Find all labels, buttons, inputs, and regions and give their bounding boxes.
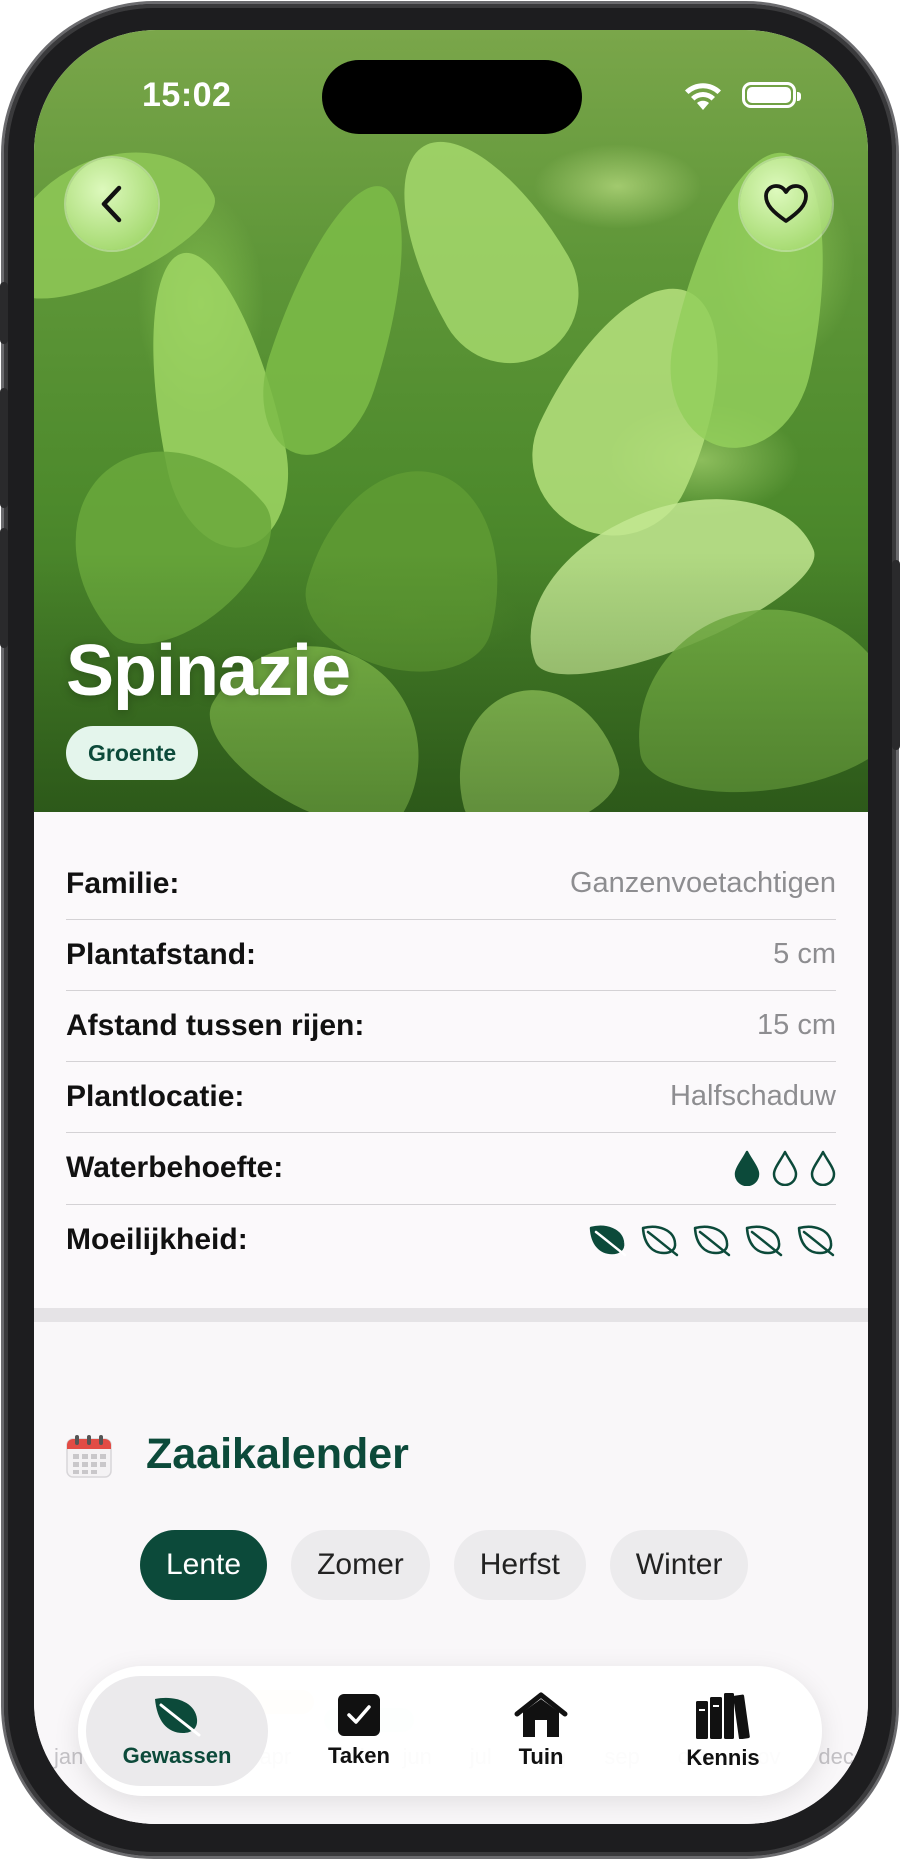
detail-row-difficulty: Moeilijkheid: [66, 1204, 836, 1276]
detail-value: Ganzenvoetachtigen [569, 867, 836, 899]
tab-label: Kennis [686, 1745, 760, 1770]
month-label: dec [818, 1744, 854, 1769]
leaf-icon [797, 1225, 835, 1257]
water-drop-icon [810, 1150, 836, 1186]
dynamic-island [322, 60, 582, 134]
season-selector: Lente Zomer Herfst Winter [140, 1530, 749, 1600]
detail-label: Moeilijkheid: [66, 1223, 248, 1256]
section-divider [34, 1308, 868, 1322]
tab-label: Gewassen [122, 1743, 232, 1768]
section-title: Zaaikalender [146, 1430, 409, 1478]
tab-label: Taken [328, 1743, 390, 1768]
detail-label: Plantafstand: [66, 937, 257, 971]
detail-label: Afstand tussen rijen: [66, 1008, 365, 1042]
favorite-button[interactable] [740, 158, 832, 250]
detail-row-water: Waterbehoefte: [66, 1132, 836, 1204]
leaf-icon [641, 1225, 679, 1257]
water-drop-icon [772, 1150, 798, 1186]
detail-value: 15 cm [757, 1009, 836, 1041]
volume-down-button [0, 528, 8, 648]
detail-row-row-spacing: Afstand tussen rijen: 15 cm [66, 990, 836, 1061]
tab-bar: Gewassen Taken Tuin Kennis [78, 1666, 822, 1796]
detail-row-location: Plantlocatie: Halfschaduw [66, 1061, 836, 1132]
season-tab-winter[interactable]: Winter [609, 1530, 749, 1600]
action-button [0, 282, 8, 344]
leaf-icon [745, 1225, 783, 1257]
month-label: jan [54, 1744, 84, 1769]
tab-gewassen[interactable]: Gewassen [86, 1676, 268, 1786]
detail-value: 5 cm [773, 938, 836, 970]
house-icon [514, 1692, 568, 1737]
screen: 15:02 Spinazie Groente Familie: Ganzenvo… [34, 30, 868, 1824]
volume-up-button [0, 388, 8, 508]
detail-label: Familie: [66, 866, 180, 900]
books-icon [696, 1693, 750, 1739]
page-title: Spinazie [66, 631, 351, 711]
battery-icon [742, 82, 801, 108]
wifi-icon [685, 83, 721, 110]
status-time: 15:02 [142, 76, 232, 114]
calendar-icon [66, 1435, 112, 1478]
detail-value: Halfschaduw [669, 1080, 836, 1112]
leaf-icon [155, 1697, 201, 1737]
leaf-icon [589, 1225, 627, 1257]
detail-label: Plantlocatie: [66, 1079, 245, 1113]
power-button [892, 560, 900, 750]
water-rating [734, 1150, 836, 1186]
difficulty-rating [588, 1223, 836, 1257]
water-drop-icon [734, 1150, 760, 1186]
chevron-left-icon [101, 185, 122, 223]
tab-taken[interactable]: Taken [268, 1676, 450, 1786]
detail-label: Waterbehoefte: [66, 1151, 284, 1184]
season-tab-lente[interactable]: Lente [140, 1530, 268, 1600]
checkbox-icon [338, 1694, 380, 1736]
hero-photo: 15:02 Spinazie Groente [34, 30, 868, 855]
detail-row-plant-spacing: Plantafstand: 5 cm [66, 919, 836, 990]
heart-icon [764, 184, 808, 223]
tab-tuin[interactable]: Tuin [450, 1676, 632, 1786]
season-tab-herfst[interactable]: Herfst [453, 1530, 586, 1600]
tab-kennis[interactable]: Kennis [632, 1676, 814, 1786]
category-badge: Groente [66, 726, 199, 780]
plant-details: Familie: Ganzenvoetachtigen Plantafstand… [34, 812, 868, 1308]
detail-row-family: Familie: Ganzenvoetachtigen [66, 848, 836, 919]
tab-label: Tuin [518, 1744, 564, 1769]
back-button[interactable] [66, 158, 158, 250]
season-tab-zomer[interactable]: Zomer [291, 1530, 430, 1600]
leaf-icon [693, 1225, 731, 1257]
